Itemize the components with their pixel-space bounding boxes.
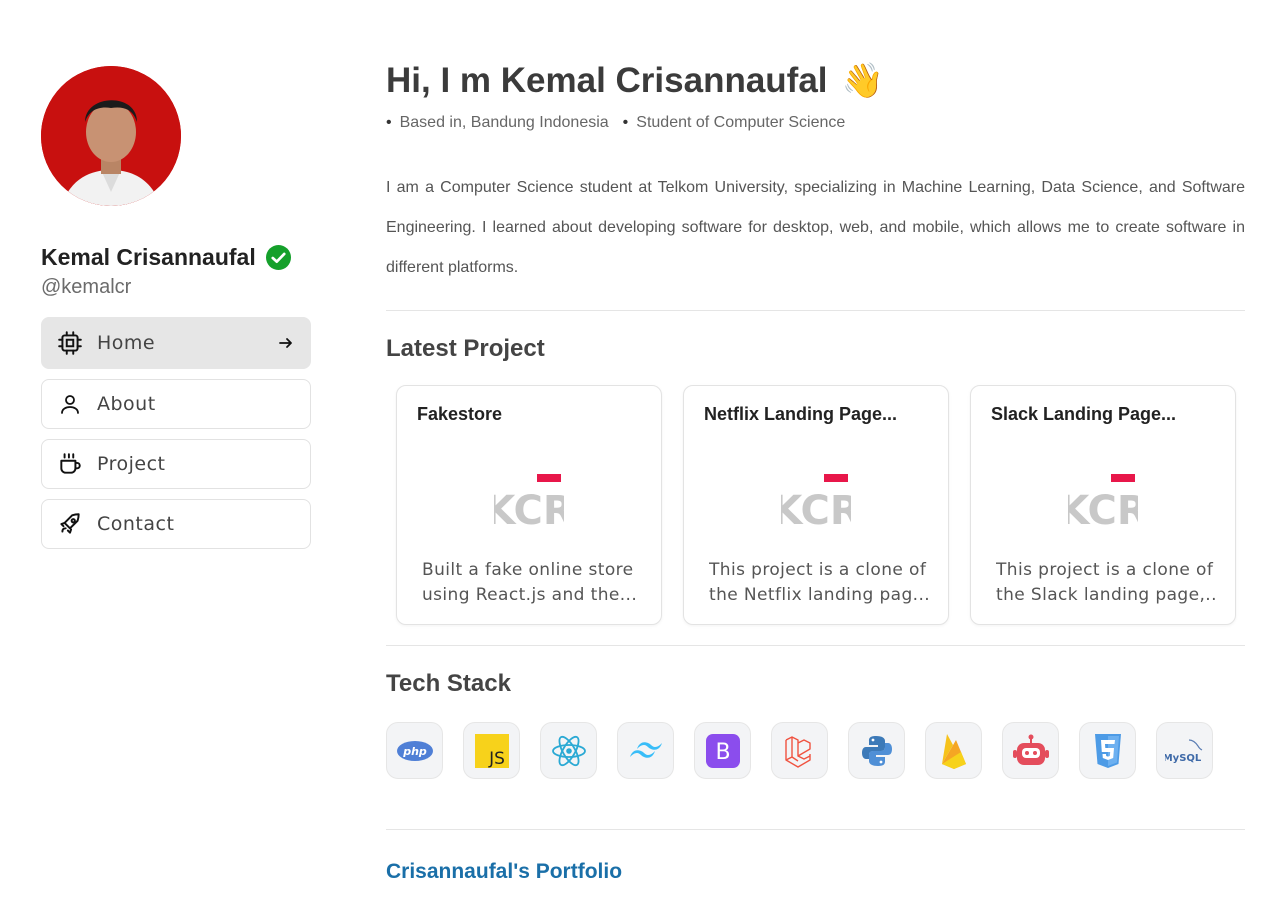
latest-project-title: Latest Project [386,335,545,362]
role-text: Student of Computer Science [623,114,845,132]
profile-name-row: Kemal Crisannaufal [41,242,311,272]
footer: Crisannaufal's Portfolio [386,860,1245,884]
intro-paragraph: I am a Computer Science student at Telko… [386,179,1245,276]
svg-text:MySQL: MySQL [1165,753,1202,764]
svg-text:JS: JS [488,749,505,768]
main-content: Hi, I m Kemal Crisannaufal 👋 Based in, B… [386,56,1245,884]
project-card-fakestore[interactable]: Fakestore KCR Built a fake online store … [396,385,662,625]
nav-item-home[interactable]: Home [41,317,311,369]
location-text: Based in, Bandung Indonesia [386,114,609,132]
profile-handle: @kemalcr [41,276,132,298]
svg-text:KCR: KCR [494,488,564,529]
card-description: Built a fake online store using React.js… [422,560,638,605]
hero-title: Hi, I m Kemal Crisannaufal [386,61,828,100]
sidebar-nav: Home About Project Contact [41,317,311,549]
nav-item-contact[interactable]: Contact [41,499,311,549]
nav-item-about[interactable]: About [41,379,311,429]
tech-stack-list: php JS B MySQL [386,722,1245,779]
svg-text:B: B [715,740,730,765]
tech-stack-title: Tech Stack [386,670,511,697]
hero-meta: Based in, Bandung Indonesia Student of C… [386,114,1245,132]
rocket-icon [57,511,83,537]
kcr-logo-icon: KCR [494,474,564,529]
card-description: This project is a clone of the Netflix l… [709,560,928,605]
nav-label-contact: Contact [97,513,175,535]
php-icon[interactable]: php [386,722,443,779]
arrow-right-icon [279,338,292,348]
robot-icon[interactable] [1002,722,1059,779]
kcr-logo-icon: KCR [1068,474,1138,529]
portfolio-footer-link[interactable]: Crisannaufal's Portfolio [386,860,622,883]
waving-hand-icon: 👋 [841,62,884,100]
profile-name: Kemal Crisannaufal [41,243,256,270]
laravel-icon[interactable] [771,722,828,779]
tailwind-icon[interactable] [617,722,674,779]
verified-icon [265,244,291,270]
sidebar: Kemal Crisannaufal @kemalcr Home About P… [41,66,311,549]
coffee-icon [57,451,83,477]
mysql-icon[interactable]: MySQL [1156,722,1213,779]
svg-text:KCR: KCR [1068,488,1138,529]
svg-text:KCR: KCR [781,488,851,529]
bootstrap-icon[interactable]: B [694,722,751,779]
avatar [41,66,181,206]
nav-label-home: Home [97,332,156,354]
python-icon[interactable] [848,722,905,779]
css3-icon[interactable] [1079,722,1136,779]
cpu-icon [57,330,83,356]
divider [386,829,1245,830]
card-title: Slack Landing Page... [991,404,1177,424]
javascript-icon[interactable]: JS [463,722,520,779]
project-card-netflix[interactable]: Netflix Landing Page... KCR This project… [683,385,949,625]
divider [386,310,1245,311]
firebase-icon[interactable] [925,722,982,779]
react-icon[interactable] [540,722,597,779]
card-description: This project is a clone of the Slack lan… [996,560,1215,605]
card-title: Netflix Landing Page... [704,404,898,424]
profile-photo [41,66,181,206]
user-icon [57,391,83,417]
svg-text:php: php [402,745,427,758]
nav-label-project: Project [97,453,166,475]
nav-label-about: About [97,393,156,415]
project-card-slack[interactable]: Slack Landing Page... KCR This project i… [970,385,1236,625]
project-cards: Fakestore KCR Built a fake online store … [386,385,1245,625]
divider [386,645,1245,646]
nav-item-project[interactable]: Project [41,439,311,489]
kcr-logo-icon: KCR [781,474,851,529]
page-title: Hi, I m Kemal Crisannaufal 👋 [386,56,1245,106]
card-title: Fakestore [417,404,503,424]
